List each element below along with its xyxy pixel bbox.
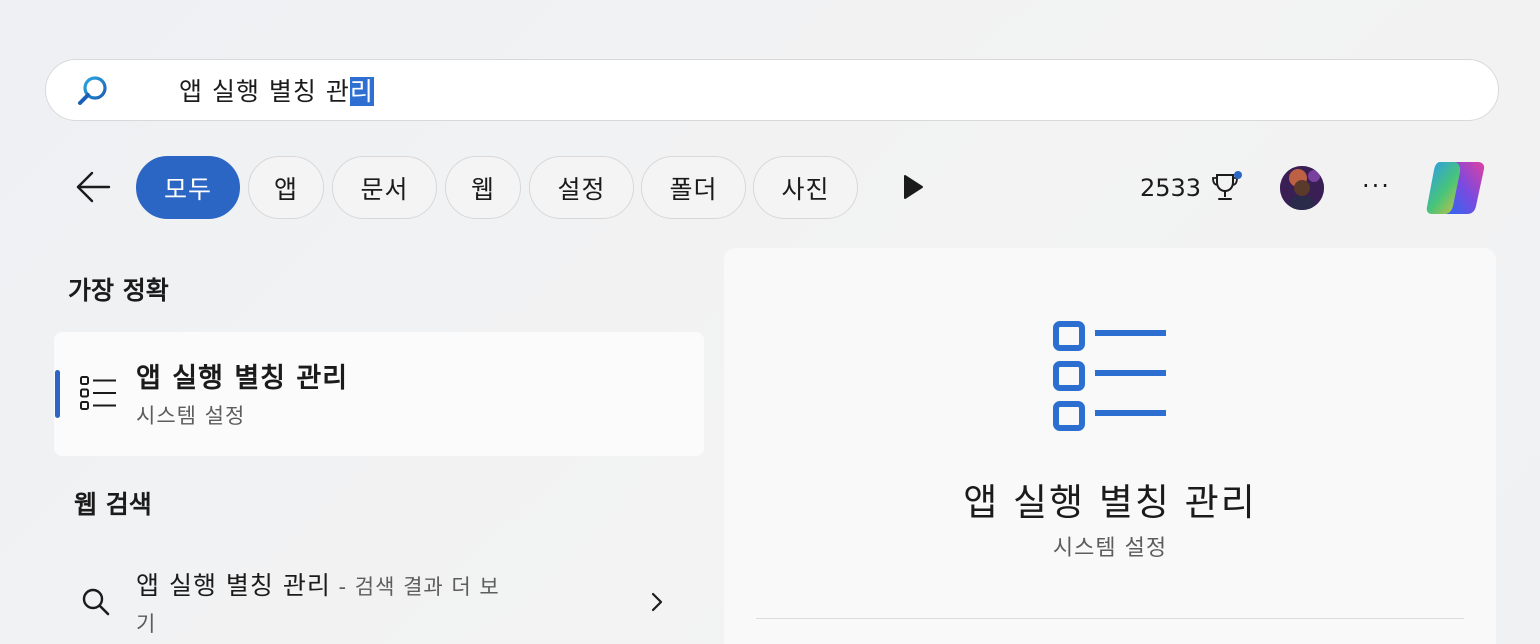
best-match-heading: 가장 정확 [68,276,169,305]
web-search-query: 앱 실행 별칭 관리 [136,571,331,600]
tab-folders[interactable]: 폴더 [641,156,746,219]
arrow-left-icon [76,171,111,203]
search-input[interactable]: 앱 실행 별칭 관리 [179,77,374,107]
web-search-result[interactable]: 앱 실행 별칭 관리 - 검색 결과 더 보 [136,566,500,602]
more-options-button[interactable]: ··· [1362,172,1391,200]
detail-subtitle: 시스템 설정 [1052,536,1168,561]
tab-documents[interactable]: 문서 [332,156,437,219]
detail-panel [724,248,1496,644]
tab-apps[interactable]: 앱 [248,156,324,219]
avatar[interactable] [1280,166,1324,210]
more-filters-button[interactable] [900,174,926,200]
search-icon [78,76,107,105]
list-settings-icon [1053,321,1166,431]
avatar-image [1280,166,1324,210]
back-button[interactable] [72,166,114,208]
tab-settings[interactable]: 설정 [529,156,634,219]
web-search-suffix-wrap: 기 [136,612,156,636]
tab-photos[interactable]: 사진 [753,156,858,219]
more-icon: ··· [1362,172,1391,200]
web-search-suffix: - 검색 결과 더 보 [330,575,500,599]
search-query-text: 앱 실행 별칭 관 [179,77,350,106]
list-settings-icon [80,376,116,410]
trophy-icon[interactable] [1209,170,1245,204]
rewards-points[interactable]: 2533 [1140,174,1201,202]
tab-all[interactable]: 모두 [136,156,240,219]
search-query-selection: 리 [349,77,374,106]
web-search-heading: 웹 검색 [74,490,152,519]
selection-indicator [55,370,60,418]
tab-web[interactable]: 웹 [445,156,521,219]
best-match-subtitle: 시스템 설정 [136,404,246,428]
chevron-right-icon[interactable] [646,590,668,614]
copilot-icon[interactable] [1424,158,1488,218]
start-search-window: 앱 실행 별칭 관리 모두 앱 문서 웹 설정 폴더 사진 2533 ··· 가… [0,0,1540,644]
best-match-title: 앱 실행 별칭 관리 [136,363,349,394]
search-icon [82,588,110,616]
play-icon [904,175,923,199]
detail-title: 앱 실행 별칭 관리 [963,481,1257,524]
divider [756,618,1464,619]
search-bar[interactable]: 앱 실행 별칭 관리 [45,59,1499,121]
